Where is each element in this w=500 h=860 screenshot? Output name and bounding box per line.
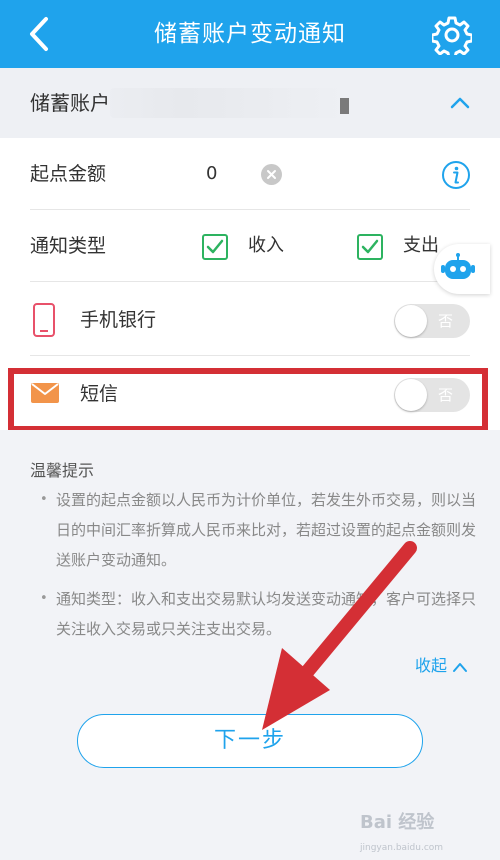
chevron-up-icon [453, 662, 468, 672]
toggle-state-label: 否 [438, 312, 454, 330]
bullet-icon: • [40, 492, 48, 507]
tip-text: 通知类型：收入和支出交易默认均发送变动通知，客户可选择只关注收入交易或只关注支出… [56, 590, 477, 638]
top-nav-bar: 储蓄账户变动通知 [0, 0, 500, 68]
watermark-text: Bai 经验 [360, 812, 435, 833]
expense-checkbox[interactable] [357, 234, 383, 260]
divider [30, 355, 470, 356]
watermark: Bai 经验 jingyan.baidu.com [360, 808, 443, 855]
account-label: 储蓄账户 [30, 91, 110, 115]
assistant-robot-button[interactable] [434, 244, 490, 294]
threshold-input[interactable]: 0 [206, 138, 217, 210]
robot-icon [441, 253, 475, 279]
watermark-sub: jingyan.baidu.com [360, 843, 444, 853]
toggle-knob [395, 305, 427, 337]
next-step-button[interactable]: 下一步 [77, 714, 423, 768]
bullet-icon: • [40, 591, 48, 606]
mobile-bank-row: 手机银行 否 [0, 284, 500, 356]
threshold-row: 起点金额 0 [0, 138, 500, 210]
collapse-link[interactable]: 收起 [415, 652, 468, 676]
masked-account-number [110, 88, 350, 118]
account-selector[interactable]: 储蓄账户 [0, 68, 500, 138]
account-mask-mark [340, 98, 349, 114]
page-title: 储蓄账户变动通知 [154, 21, 346, 47]
tips-title: 温馨提示 [30, 461, 95, 480]
chevron-up-icon[interactable] [448, 91, 472, 115]
mobile-bank-toggle[interactable]: 否 [394, 304, 470, 338]
tip-item: • 设置的起点金额以人民币为计价单位，若发生外币交易，则以当日的中间汇率折算成人… [40, 485, 486, 575]
annotation-highlight-box [8, 368, 488, 432]
phone-icon [33, 303, 55, 337]
mobile-bank-label: 手机银行 [80, 309, 157, 331]
clear-icon[interactable] [261, 164, 282, 185]
divider [30, 281, 470, 282]
tip-item: • 通知类型：收入和支出交易默认均发送变动通知，客户可选择只关注收入交易或只关注… [40, 584, 486, 644]
tips-section: 温馨提示 • 设置的起点金额以人民币为计价单位，若发生外币交易，则以当日的中间汇… [0, 430, 500, 860]
collapse-label: 收起 [415, 656, 448, 675]
tip-text: 设置的起点金额以人民币为计价单位，若发生外币交易，则以当日的中间汇率折算成人民币… [56, 491, 477, 569]
threshold-label: 起点金额 [30, 163, 107, 185]
notice-type-row: 通知类型 收入 支出 [0, 210, 500, 282]
notice-type-label: 通知类型 [30, 235, 107, 257]
income-label: 收入 [248, 235, 284, 256]
gear-icon[interactable] [432, 15, 472, 55]
income-checkbox[interactable] [202, 234, 228, 260]
info-icon[interactable] [441, 160, 471, 190]
